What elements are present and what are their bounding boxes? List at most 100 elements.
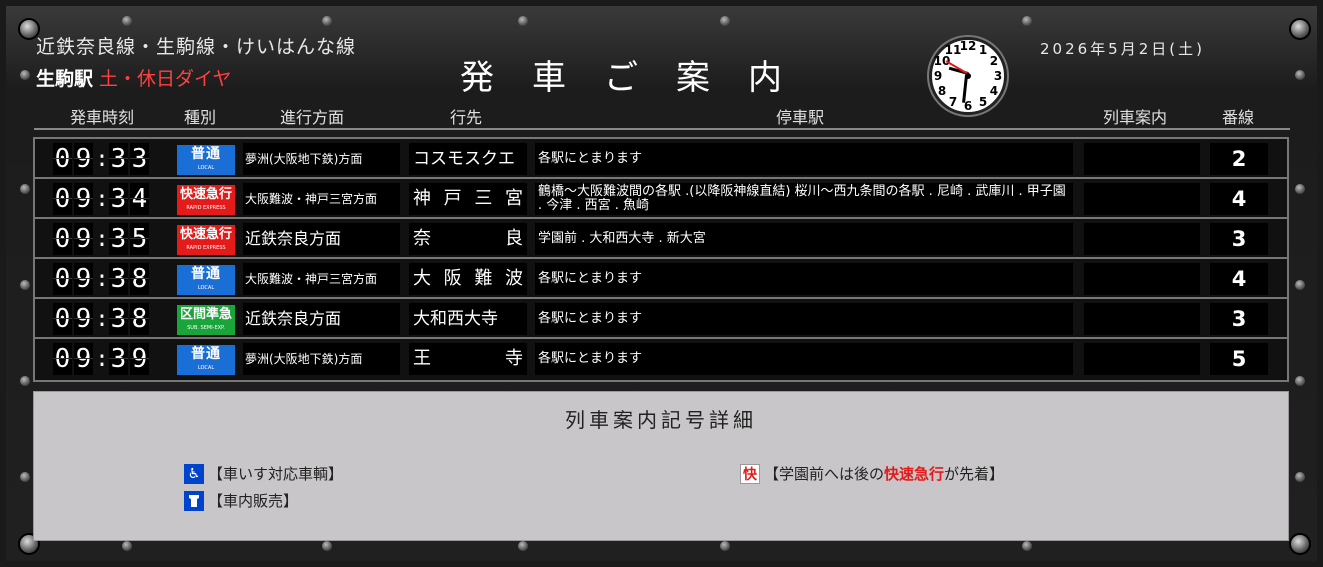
time-digit: 3 <box>109 303 128 335</box>
corner-bolt <box>1289 533 1311 555</box>
train-type: 普通 <box>191 146 221 162</box>
time-colon: : <box>95 306 109 332</box>
destination-char: 神 <box>413 188 431 209</box>
legend-wheelchair-label: 【車いす対応車輌】 <box>208 465 344 483</box>
time-digit: 0 <box>53 143 72 175</box>
edge-bolt <box>20 376 30 386</box>
legend-fast-highlight: 快速急行 <box>884 465 945 483</box>
track-number: 2 <box>1210 143 1268 175</box>
departure-time: 09:3309:33 <box>53 143 151 175</box>
stopping-stations: 学園前 . 大和西大寺 . 新大宮 <box>535 223 1073 255</box>
board-title: 発車ご案内 <box>460 58 820 98</box>
edge-bolt <box>1295 184 1305 194</box>
fast-icon: 快 <box>740 463 760 484</box>
schedule-type: 土・休日ダイヤ <box>99 68 232 90</box>
destination-char: 良 <box>505 228 523 249</box>
train-info <box>1084 263 1200 295</box>
destination-char: 難 <box>474 268 493 289</box>
header-divider <box>34 128 1290 130</box>
train-type-badge: 快速急行 RAPID EXPRESS <box>177 225 235 255</box>
departure-time: 09:3409:34 <box>53 183 151 215</box>
destination-char: 奈 <box>413 228 431 249</box>
destination-text: 大和西大寺 <box>413 309 498 329</box>
train-type: 普通 <box>191 266 221 282</box>
edge-bolt <box>122 541 132 551</box>
clock-numeral: 8 <box>937 84 947 98</box>
line-name: 近鉄奈良線・生駒線・けいはんな線 <box>36 36 357 58</box>
train-info <box>1084 223 1200 255</box>
edge-bolt <box>1295 472 1305 482</box>
time-digit: 5 <box>130 223 149 255</box>
edge-bolt <box>322 541 332 551</box>
destination-char: 宮 <box>504 188 523 209</box>
edge-bolt <box>322 16 332 26</box>
table-row: 09:3309:33普通LOCAL夢洲(大阪地下鉄)方面コスモスクエアコスモスク… <box>35 139 1287 201</box>
stopping-stations: 各駅にとまります <box>535 263 1073 295</box>
departure-time: 09:3909:39 <box>53 343 151 375</box>
track-number: 5 <box>1210 343 1268 375</box>
table-row: 09:3409:34快速急行RAPID EXPRESS大阪難波・神戸三宮方面神戸… <box>35 179 1287 219</box>
time-digit: 0 <box>53 223 72 255</box>
time-digit: 0 <box>53 263 72 295</box>
edge-bolt <box>1295 376 1305 386</box>
track-number: 4 <box>1210 263 1268 295</box>
destination: 奈良奈良 <box>409 223 527 255</box>
train-info <box>1084 143 1200 175</box>
table-row: 09:3809:38区間準急SUB. SEMI-EXP.近鉄奈良方面大和西大寺大… <box>35 299 1287 339</box>
time-digit: 0 <box>53 343 72 375</box>
time-digit: 3 <box>130 143 149 175</box>
clock-center <box>965 73 971 79</box>
track-number: 3 <box>1210 303 1268 335</box>
clock-numeral: 4 <box>989 84 999 98</box>
destination: 神戸三宮神戸三宮 <box>409 183 527 215</box>
col-header-stops: 停車駅 <box>776 108 825 127</box>
time-colon: : <box>95 226 109 252</box>
direction: 大阪難波・神戸三宮方面 <box>243 183 400 215</box>
cart-icon <box>184 490 204 511</box>
track-number: 3 <box>1210 223 1268 255</box>
time-digit: 9 <box>74 183 93 215</box>
destination: 大和西大寺大和西大寺 <box>409 303 527 335</box>
stopping-stations: 鶴橋～大阪難波間の各駅 .(以降阪神線直結) 桜川～西九条間の各駅 . 尼崎 .… <box>535 183 1073 215</box>
legend-sales-label: 【車内販売】 <box>208 492 299 510</box>
time-colon: : <box>95 146 109 172</box>
direction: 近鉄奈良方面 <box>243 303 400 335</box>
time-digit: 9 <box>130 343 149 375</box>
table-row: 09:3809:38普通LOCAL大阪難波・神戸三宮方面大阪難波大阪難波各駅にと… <box>35 259 1287 299</box>
time-digit: 0 <box>53 303 72 335</box>
departure-list: 09:3309:33普通LOCAL夢洲(大阪地下鉄)方面コスモスクエアコスモスク… <box>33 137 1289 382</box>
destination-char: 波 <box>504 268 523 289</box>
clock-numeral: 12 <box>959 39 977 53</box>
train-type-badge: 普通 LOCAL <box>177 345 235 375</box>
time-colon: : <box>95 186 109 212</box>
col-header-info: 列車案内 <box>1103 108 1168 127</box>
train-type-english: RAPID EXPRESS <box>186 205 226 211</box>
train-type-badge: 普通 LOCAL <box>177 145 235 175</box>
edge-bolt <box>720 16 730 26</box>
clock-numeral: 9 <box>933 69 943 83</box>
time-digit: 0 <box>53 183 72 215</box>
train-type-badge: 快速急行 RAPID EXPRESS <box>177 185 235 215</box>
destination-char: 大 <box>413 268 431 289</box>
time-digit: 9 <box>74 223 93 255</box>
col-header-time: 発車時刻 <box>70 108 135 127</box>
train-type: 快速急行 <box>179 227 232 242</box>
train-type: 区間準急 <box>179 307 232 322</box>
time-digit: 3 <box>109 343 128 375</box>
time-digit: 3 <box>109 143 128 175</box>
train-type-english: RAPID EXPRESS <box>186 245 226 251</box>
cart-icon-shape <box>189 494 199 507</box>
legend-sales: 【車内販売】 <box>184 490 298 511</box>
edge-bolt <box>518 16 528 26</box>
destination-text: コスモスクエア <box>413 149 515 201</box>
time-digit: 3 <box>109 223 128 255</box>
train-type-english: LOCAL <box>197 365 215 371</box>
edge-bolt <box>20 184 30 194</box>
edge-bolt <box>518 541 528 551</box>
time-digit: 8 <box>130 303 149 335</box>
stopping-stations: 各駅にとまります <box>535 343 1073 375</box>
edge-bolt <box>1022 541 1032 551</box>
legend-fast-pre: 【学園前へは後の <box>764 465 885 483</box>
time-digit: 9 <box>74 263 93 295</box>
edge-bolt <box>20 472 30 482</box>
